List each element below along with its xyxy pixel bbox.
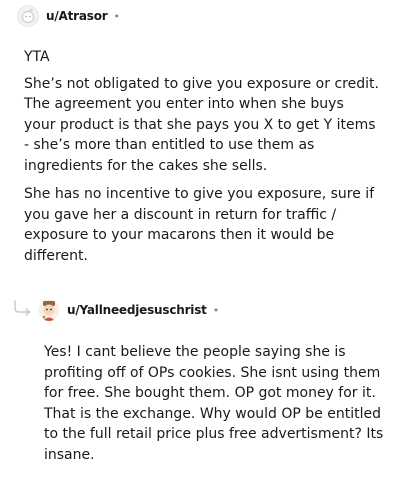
comment-paragraph: She has no incentive to give you exposur… [24,186,375,264]
cartoon-avatar-icon[interactable] [38,299,60,321]
comment-username[interactable]: u/Atrasor [46,9,108,23]
reply-arrow-icon [13,300,33,320]
comment-username[interactable]: u/Yallneedjesuschrist [67,303,207,317]
separator-dot: • [212,303,220,317]
comment-paragraph: She’s not obligated to give you exposure… [24,75,379,174]
comment-header: u/Yallneedjesuschrist • [38,299,219,321]
default-snoo-avatar-icon[interactable] [17,5,39,27]
comment-paragraph: YTA [24,49,50,65]
comment-header: u/Atrasor • [17,5,120,27]
comment-body: Yes! I cant believe the people saying sh… [44,342,384,465]
separator-dot: • [113,9,120,23]
comment-body: YTA She’s not obligated to give you expo… [24,47,379,266]
comment-paragraph: Yes! I cant believe the people saying sh… [44,344,384,463]
